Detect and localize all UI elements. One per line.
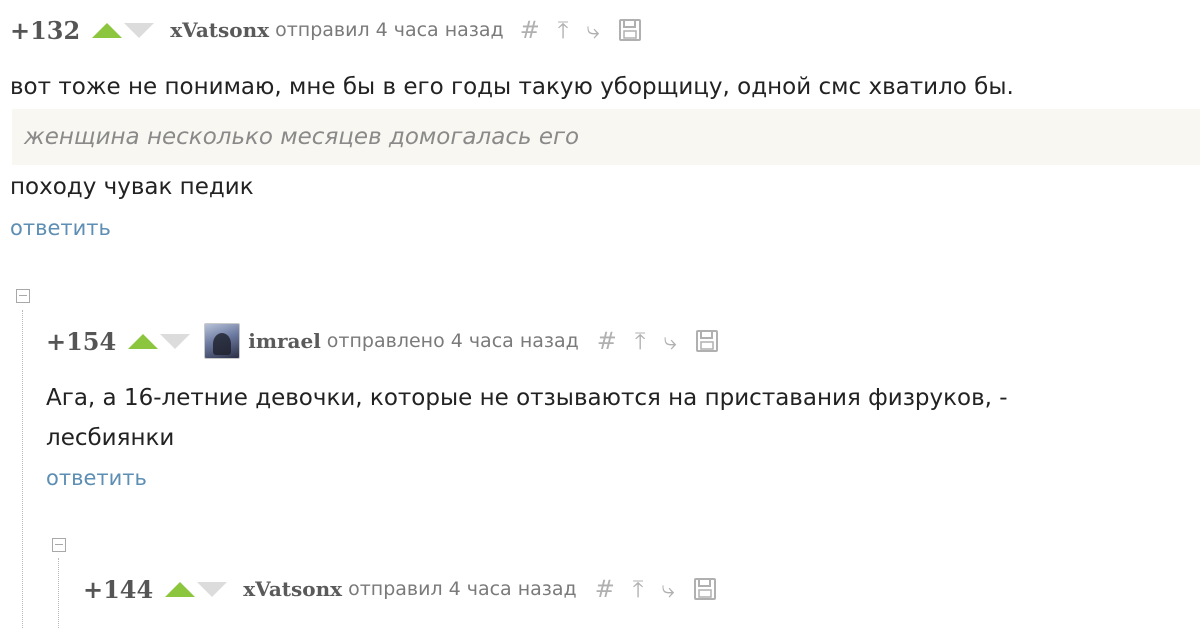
- timestamp[interactable]: 4 часа назад: [449, 578, 577, 600]
- timestamp[interactable]: 4 часа назад: [376, 19, 504, 41]
- branch-icon[interactable]: ⤷: [661, 575, 674, 603]
- comment-1: +132 xVatsonx отправил 4 часа назад # ⤒ …: [10, 10, 1200, 240]
- comment-header: +132 xVatsonx отправил 4 часа назад # ⤒ …: [10, 10, 1200, 50]
- sent-label: отправлено: [326, 330, 445, 352]
- comment-header: +144 xVatsonx отправил 4 часа назад # ⤒ …: [83, 569, 1183, 609]
- timestamp[interactable]: 4 часа назад: [451, 330, 579, 352]
- rating: +132: [10, 15, 81, 45]
- vote-down-icon[interactable]: [197, 581, 228, 597]
- author-link[interactable]: imrael: [248, 329, 321, 353]
- vote-up-icon[interactable]: [128, 333, 159, 349]
- rating: +154: [46, 326, 117, 356]
- parent-comment-icon[interactable]: ⤒: [633, 575, 644, 603]
- reply-link[interactable]: ответить: [46, 466, 147, 490]
- vote-down-icon[interactable]: [124, 22, 155, 38]
- save-icon[interactable]: [695, 329, 719, 353]
- save-icon[interactable]: [693, 577, 717, 601]
- vote-up-icon[interactable]: [165, 581, 196, 597]
- branch-icon[interactable]: ⤷: [664, 327, 677, 355]
- collapse-thread-button[interactable]: [52, 538, 66, 552]
- link-icon[interactable]: #: [595, 575, 615, 603]
- author-link[interactable]: xVatsonx: [243, 577, 342, 601]
- comment-2: +154 imrael отправлено 4 часа назад # ⤒ …: [46, 321, 1186, 490]
- comment-header: +154 imrael отправлено 4 часа назад # ⤒ …: [46, 321, 1186, 361]
- sent-label: отправил: [275, 19, 370, 41]
- author-link[interactable]: xVatsonx: [170, 18, 269, 42]
- thread-line: [58, 558, 59, 628]
- collapse-thread-button[interactable]: [16, 289, 30, 303]
- link-icon[interactable]: #: [597, 327, 617, 355]
- comment-3: +144 xVatsonx отправил 4 часа назад # ⤒ …: [83, 569, 1183, 609]
- comment-text: Ага, а 16-летние девочки, которые не отз…: [46, 385, 1008, 451]
- reply-link[interactable]: ответить: [10, 216, 111, 240]
- save-icon[interactable]: [618, 18, 642, 42]
- sent-label: отправил: [348, 578, 443, 600]
- vote-up-icon[interactable]: [92, 22, 123, 38]
- rating: +144: [83, 574, 154, 604]
- thread-line: [22, 310, 23, 628]
- parent-comment-icon[interactable]: ⤒: [635, 327, 646, 355]
- comment-text: вот тоже не понимаю, мне бы в его годы т…: [10, 74, 1014, 100]
- vote-down-icon[interactable]: [160, 333, 191, 349]
- link-icon[interactable]: #: [520, 16, 540, 44]
- comment-text: походу чувак педик: [10, 174, 254, 200]
- quote-block: женщина несколько месяцев домогалась его: [12, 109, 1200, 165]
- parent-comment-icon[interactable]: ⤒: [558, 16, 569, 44]
- branch-icon[interactable]: ⤷: [586, 16, 599, 44]
- avatar[interactable]: [204, 323, 241, 359]
